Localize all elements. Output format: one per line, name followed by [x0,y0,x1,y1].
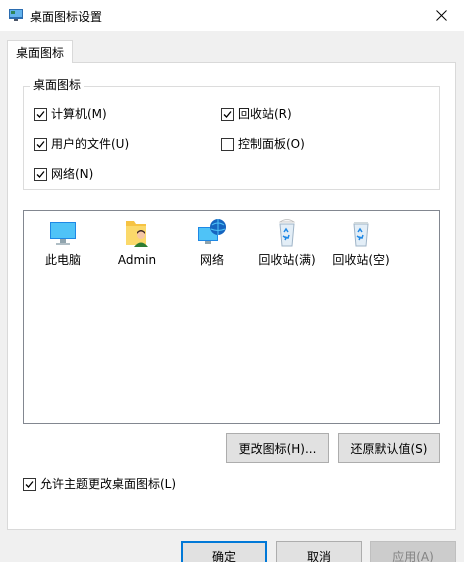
checkbox-label: 允许主题更改桌面图标(L) [40,477,177,491]
checkmark-icon [36,110,45,118]
icon-list-view[interactable]: 此电脑 Admin 网络 回收站(满) 回收站(空) [23,210,440,424]
checkbox-recycle-bin[interactable]: 回收站(R) [221,107,292,121]
icon-label: Admin [117,253,157,267]
list-item-network[interactable]: 网络 [175,217,249,267]
checkmark-icon [223,110,232,118]
icon-label: 此电脑 [44,253,81,267]
checkbox-label: 控制面板(O) [238,137,305,151]
recycle-bin-full-icon [278,219,296,247]
list-item-recycle-bin-full[interactable]: 回收站(满) [250,217,324,267]
checkbox-label: 回收站(R) [238,107,292,121]
checkbox-network[interactable]: 网络(N) [34,167,93,181]
network-icon [198,219,226,244]
icon-label: 网络 [199,253,224,267]
checkbox-label: 计算机(M) [51,107,107,121]
checkmark-icon [36,140,45,148]
list-item-this-pc[interactable]: 此电脑 [26,217,100,267]
tab-label: 桌面图标 [15,45,64,60]
user-folder-icon [126,221,148,247]
checkbox-box[interactable] [34,107,47,121]
checkbox-allow-themes[interactable]: 允许主题更改桌面图标(L) [23,477,176,491]
close-icon [435,10,447,21]
checkbox-label: 网络(N) [51,167,94,181]
list-item-admin[interactable]: Admin [100,217,174,267]
computer-icon [50,222,76,245]
checkbox-label: 用户的文件(U) [51,137,130,151]
title-bar: 桌面图标设置 [0,0,464,31]
groupbox-legend: 桌面图标 [30,78,85,92]
cancel-button[interactable]: 取消 [276,541,362,562]
window-title: 桌面图标设置 [30,10,103,24]
recycle-bin-empty-icon [353,222,369,247]
checkbox-control-panel[interactable]: 控制面板(O) [221,137,305,151]
checkbox-box[interactable] [34,137,47,151]
list-item-recycle-bin-empty[interactable]: 回收站(空) [324,217,398,267]
change-icon-button[interactable]: 更改图标(H)... [226,433,329,463]
checkmark-icon [25,480,34,488]
checkmark-icon [36,170,45,178]
checkbox-computer[interactable]: 计算机(M) [34,107,107,121]
checkbox-box[interactable] [221,137,234,151]
ok-button[interactable]: 确定 [181,541,267,562]
apply-button[interactable]: 应用(A) [370,541,456,562]
icon-label: 回收站(空) [332,253,390,267]
checkbox-box[interactable] [221,107,234,121]
checkbox-user-files[interactable]: 用户的文件(U) [34,137,129,151]
checkbox-box[interactable] [23,477,36,491]
tab-desktop-icons[interactable]: 桌面图标 [7,40,73,63]
checkbox-box[interactable] [34,167,47,181]
close-button[interactable] [418,0,464,31]
desktop-settings-icon [9,9,23,21]
icon-label: 回收站(满) [258,253,316,267]
restore-default-button[interactable]: 还原默认值(S) [338,433,440,463]
